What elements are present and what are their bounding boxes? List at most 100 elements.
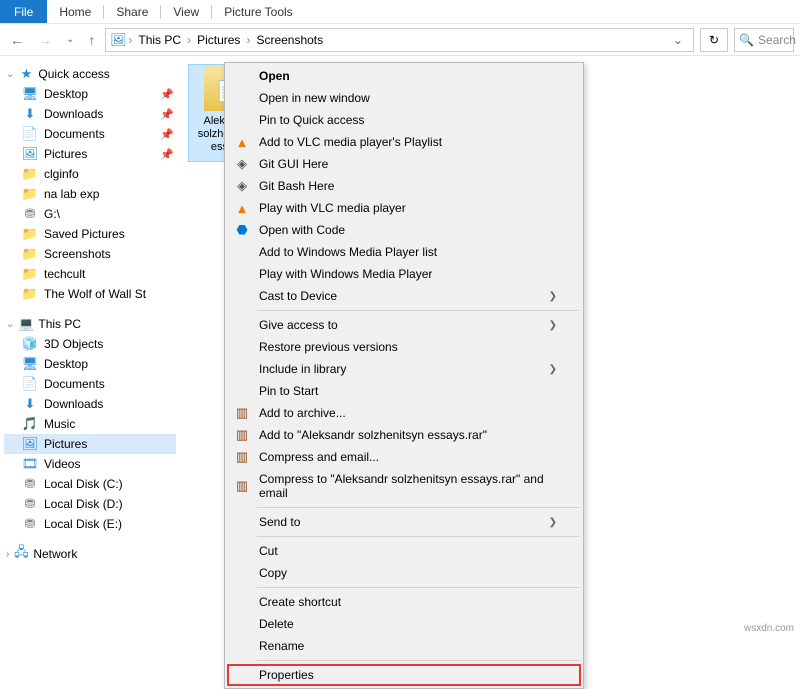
sidebar-item-disk-e[interactable]: ⛃Local Disk (E:)	[4, 514, 176, 534]
winrar-icon: ▥	[233, 477, 251, 495]
sidebar-item-videos[interactable]: 🎞Videos	[4, 454, 176, 474]
menu-give-access[interactable]: Give access to❯	[227, 314, 581, 336]
share-tab[interactable]: Share	[104, 1, 160, 23]
sidebar-item-disk-d[interactable]: ⛃Local Disk (D:)	[4, 494, 176, 514]
menu-vlc-playlist[interactable]: ▲Add to VLC media player's Playlist	[227, 131, 581, 153]
sidebar-item-desktop[interactable]: 🖥Desktop📌	[4, 84, 176, 104]
sidebar-item-pictures-pc[interactable]: 🖼Pictures	[4, 434, 176, 454]
home-tab[interactable]: Home	[47, 1, 103, 23]
sidebar-item-label: Downloads	[44, 107, 103, 121]
sidebar-item-nalabexp[interactable]: 📁na lab exp	[4, 184, 176, 204]
menu-pin-quick-access[interactable]: Pin to Quick access	[227, 109, 581, 131]
recent-dropdown[interactable]: ⌄	[62, 32, 78, 47]
sidebar-item-downloads-pc[interactable]: ⬇Downloads	[4, 394, 176, 414]
network-header[interactable]: › 🖧 Network	[4, 544, 176, 564]
download-icon: ⬇	[22, 396, 38, 412]
menu-vlc-play[interactable]: ▲Play with VLC media player	[227, 197, 581, 219]
menu-label: Properties	[259, 668, 314, 682]
music-icon: 🎵	[22, 416, 38, 432]
navigation-bar: ← → ⌄ ↑ 🖼 › This PC › Pictures › Screens…	[0, 24, 800, 56]
pin-icon: 📌	[160, 108, 174, 121]
3d-icon: 🧊	[22, 336, 38, 352]
sidebar-item-downloads[interactable]: ⬇Downloads📌	[4, 104, 176, 124]
menu-label: Compress and email...	[259, 450, 379, 464]
view-tab[interactable]: View	[161, 1, 211, 23]
sidebar-item-techcult[interactable]: 📁techcult	[4, 264, 176, 284]
folder-icon: 📁	[22, 246, 38, 262]
this-pc-header[interactable]: ⌄ 💻 This PC	[4, 314, 176, 334]
crumb-screenshots[interactable]: Screenshots	[252, 31, 327, 49]
address-dropdown[interactable]: ⌄	[667, 31, 689, 49]
menu-label: Pin to Start	[259, 384, 318, 398]
disk-icon: ⛃	[22, 496, 38, 512]
pin-icon: 📌	[160, 128, 174, 141]
menu-label: Open with Code	[259, 223, 345, 237]
vscode-icon: ⬣	[233, 221, 251, 239]
crumb-this-pc[interactable]: This PC	[134, 31, 185, 49]
sidebar-item-screenshots[interactable]: 📁Screenshots	[4, 244, 176, 264]
menu-label: Add to archive...	[259, 406, 346, 420]
sidebar-item-clginfo[interactable]: 📁clginfo	[4, 164, 176, 184]
menu-label: Cast to Device	[259, 289, 337, 303]
sidebar-item-label: Saved Pictures	[44, 227, 125, 241]
picture-tools-tab[interactable]: Picture Tools	[212, 1, 304, 23]
document-icon: 📄	[22, 126, 38, 142]
sidebar-item-documents-pc[interactable]: 📄Documents	[4, 374, 176, 394]
breadcrumb[interactable]: 🖼 › This PC › Pictures › Screenshots ⌄	[105, 28, 694, 52]
menu-open-new-window[interactable]: Open in new window	[227, 87, 581, 109]
navigation-pane: ⌄ ★ Quick access 🖥Desktop📌 ⬇Downloads📌 📄…	[0, 56, 180, 622]
quick-access-label: Quick access	[38, 67, 109, 81]
menu-wmp-add[interactable]: Add to Windows Media Player list	[227, 241, 581, 263]
star-icon: ★	[18, 66, 34, 82]
menu-copy[interactable]: Copy	[227, 562, 581, 584]
chevron-down-icon: ⌄	[6, 69, 14, 80]
file-tab[interactable]: File	[0, 0, 47, 23]
menu-include-library[interactable]: Include in library❯	[227, 358, 581, 380]
menu-add-archive[interactable]: ▥Add to archive...	[227, 402, 581, 424]
menu-open[interactable]: Open	[227, 65, 581, 87]
menu-delete[interactable]: Delete	[227, 613, 581, 635]
menu-pin-start[interactable]: Pin to Start	[227, 380, 581, 402]
up-button[interactable]: ↑	[84, 30, 99, 50]
winrar-icon: ▥	[233, 448, 251, 466]
chevron-right-icon: ›	[6, 549, 9, 560]
back-button[interactable]: ←	[6, 30, 28, 50]
folder-icon: 📁	[22, 266, 38, 282]
quick-access-header[interactable]: ⌄ ★ Quick access	[4, 64, 176, 84]
menu-open-code[interactable]: ⬣ Open with Code	[227, 219, 581, 241]
sidebar-item-wolf[interactable]: 📁The Wolf of Wall St	[4, 284, 176, 304]
sidebar-item-documents[interactable]: 📄Documents📌	[4, 124, 176, 144]
menu-separator	[257, 507, 579, 508]
menu-rename[interactable]: Rename	[227, 635, 581, 657]
menu-git-bash[interactable]: ◈Git Bash Here	[227, 175, 581, 197]
document-icon: 📄	[22, 376, 38, 392]
sidebar-item-pictures[interactable]: 🖼Pictures📌	[4, 144, 176, 164]
sidebar-item-gdrive[interactable]: ⛃G:\	[4, 204, 176, 224]
menu-git-gui[interactable]: ◈Git GUI Here	[227, 153, 581, 175]
menu-send-to[interactable]: Send to❯	[227, 511, 581, 533]
menu-separator	[257, 587, 579, 588]
sidebar-item-savedpictures[interactable]: 📁Saved Pictures	[4, 224, 176, 244]
menu-compress-rar-email[interactable]: ▥Compress to "Aleksandr solzhenitsyn ess…	[227, 468, 581, 504]
sidebar-item-disk-c[interactable]: ⛃Local Disk (C:)	[4, 474, 176, 494]
menu-wmp-play[interactable]: Play with Windows Media Player	[227, 263, 581, 285]
sidebar-item-3dobjects[interactable]: 🧊 3D Objects	[4, 334, 176, 354]
menu-create-shortcut[interactable]: Create shortcut	[227, 591, 581, 613]
sidebar-item-music[interactable]: 🎵Music	[4, 414, 176, 434]
network-icon: 🖧	[13, 546, 29, 562]
pin-icon: 📌	[160, 148, 174, 161]
sidebar-item-label: 3D Objects	[44, 337, 103, 351]
menu-restore[interactable]: Restore previous versions	[227, 336, 581, 358]
menu-cut[interactable]: Cut	[227, 540, 581, 562]
menu-label: Send to	[259, 515, 300, 529]
menu-properties[interactable]: Properties	[227, 664, 581, 686]
menu-cast[interactable]: Cast to Device❯	[227, 285, 581, 307]
menu-label: Delete	[259, 617, 294, 631]
forward-button[interactable]: →	[34, 30, 56, 50]
crumb-pictures[interactable]: Pictures	[193, 31, 244, 49]
refresh-button[interactable]: ↻	[700, 28, 728, 52]
menu-add-rar[interactable]: ▥Add to "Aleksandr solzhenitsyn essays.r…	[227, 424, 581, 446]
search-input[interactable]: 🔍 Search	[734, 28, 794, 52]
sidebar-item-desktop-pc[interactable]: 🖥Desktop	[4, 354, 176, 374]
menu-compress-email[interactable]: ▥ Compress and email...	[227, 446, 581, 468]
